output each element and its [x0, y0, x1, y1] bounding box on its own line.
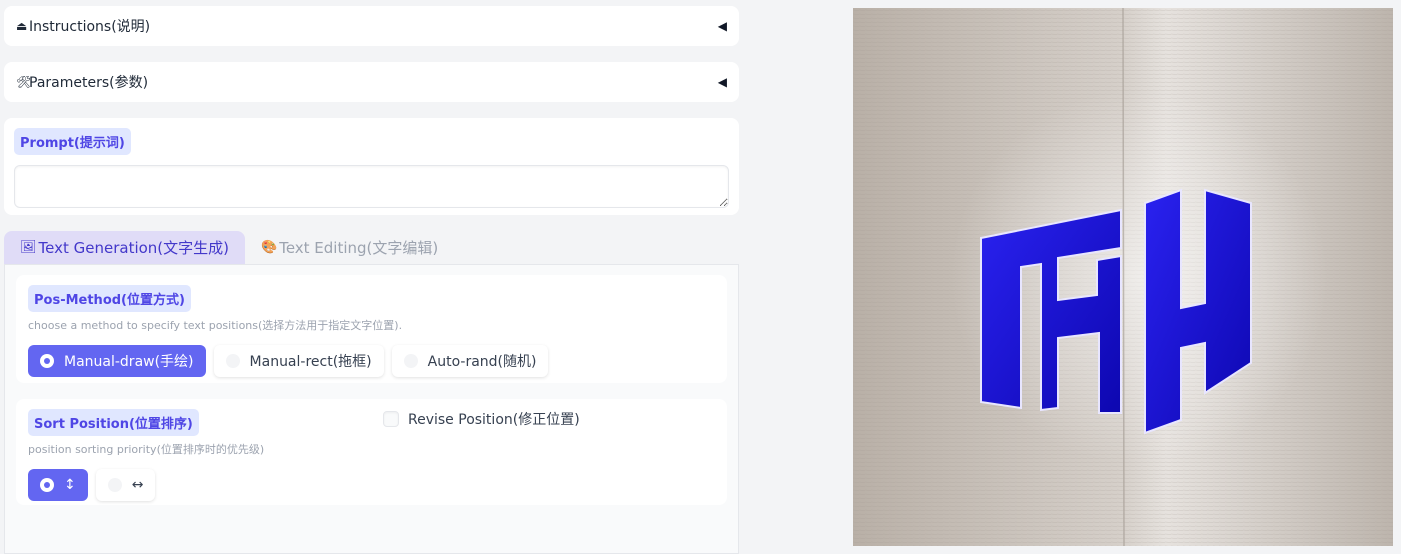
revise-position-field: Revise Position(修正位置) [383, 409, 580, 429]
picture-icon: 🖼 [20, 240, 37, 255]
prompt-block: Prompt(提示词) [4, 118, 739, 215]
parameters-label: Parameters(参数) [29, 75, 149, 91]
radio-dot [107, 478, 122, 492]
pos-method-options: Manual-draw(手绘) Manual-rect(拖框) Auto-ran… [28, 345, 715, 377]
radio-dot [40, 354, 54, 368]
radio-label: Manual-draw(手绘) [64, 354, 194, 370]
radio-dot [225, 354, 240, 368]
tab-text-editing[interactable]: 🎨 Text Editing(文字编辑) [245, 231, 454, 264]
sort-position-options: ↕ ↔ [28, 469, 715, 501]
collapse-arrow-icon[interactable]: ◀ [718, 75, 727, 89]
pos-method-label: Pos-Method(位置方式) [28, 285, 191, 312]
radio-horizontal[interactable]: ↔ [95, 469, 156, 501]
logo-wall-image [853, 8, 1393, 546]
logo-letter-f [980, 208, 1122, 414]
generated-image [853, 8, 1393, 546]
tab-label: Text Editing(文字编辑) [279, 239, 439, 257]
parameters-accordion[interactable]: 🛠 Parameters(参数) ◀ [4, 62, 739, 102]
tools-icon: 🛠 [16, 75, 32, 89]
tab-text-generation[interactable]: 🖼 Text Generation(文字生成) [4, 231, 246, 264]
radio-label: Manual-rect(拖框) [249, 354, 372, 370]
prompt-textarea[interactable] [14, 165, 729, 208]
radio-manual-draw[interactable]: Manual-draw(手绘) [28, 345, 206, 377]
palette-icon: 🎨 [261, 240, 278, 255]
sort-position-group: Sort Position(位置排序) position sorting pri… [16, 399, 727, 505]
vertical-arrow-icon: ↕ [64, 477, 76, 493]
tab-bar: 🖼 Text Generation(文字生成) 🎨 Text Editing(文… [4, 231, 739, 264]
radio-auto-rand[interactable]: Auto-rand(随机) [391, 345, 549, 377]
radio-vertical[interactable]: ↕ [28, 469, 88, 501]
left-column: ⏏ Instructions(说明) ◀ 🛠 Parameters(参数) ◀ … [4, 6, 739, 554]
tab-label: Text Generation(文字生成) [38, 239, 230, 257]
pos-method-info: choose a method to specify text position… [28, 319, 403, 332]
instructions-accordion[interactable]: ⏏ Instructions(说明) ◀ [4, 6, 739, 46]
prompt-label: Prompt(提示词) [14, 128, 131, 155]
instructions-label: Instructions(说明) [29, 19, 151, 35]
sort-position-label: Sort Position(位置排序) [28, 409, 199, 436]
radio-dot [403, 354, 418, 368]
pos-method-group: Pos-Method(位置方式) choose a method to spec… [16, 275, 727, 383]
radio-manual-rect[interactable]: Manual-rect(拖框) [213, 345, 384, 377]
radio-label: Auto-rand(随机) [427, 354, 537, 370]
sort-position-info: position sorting priority(位置排序时的优先级) [28, 443, 265, 456]
revise-position-label: Revise Position(修正位置) [408, 412, 580, 428]
collapse-arrow-icon[interactable]: ◀ [718, 19, 727, 33]
revise-position-checkbox[interactable] [383, 411, 399, 427]
horizontal-arrow-icon: ↔ [131, 477, 144, 493]
eject-icon: ⏏ [16, 19, 28, 33]
wall-seam [1122, 8, 1125, 546]
text-generation-panel: Pos-Method(位置方式) choose a method to spec… [4, 264, 739, 554]
radio-dot [40, 478, 54, 492]
